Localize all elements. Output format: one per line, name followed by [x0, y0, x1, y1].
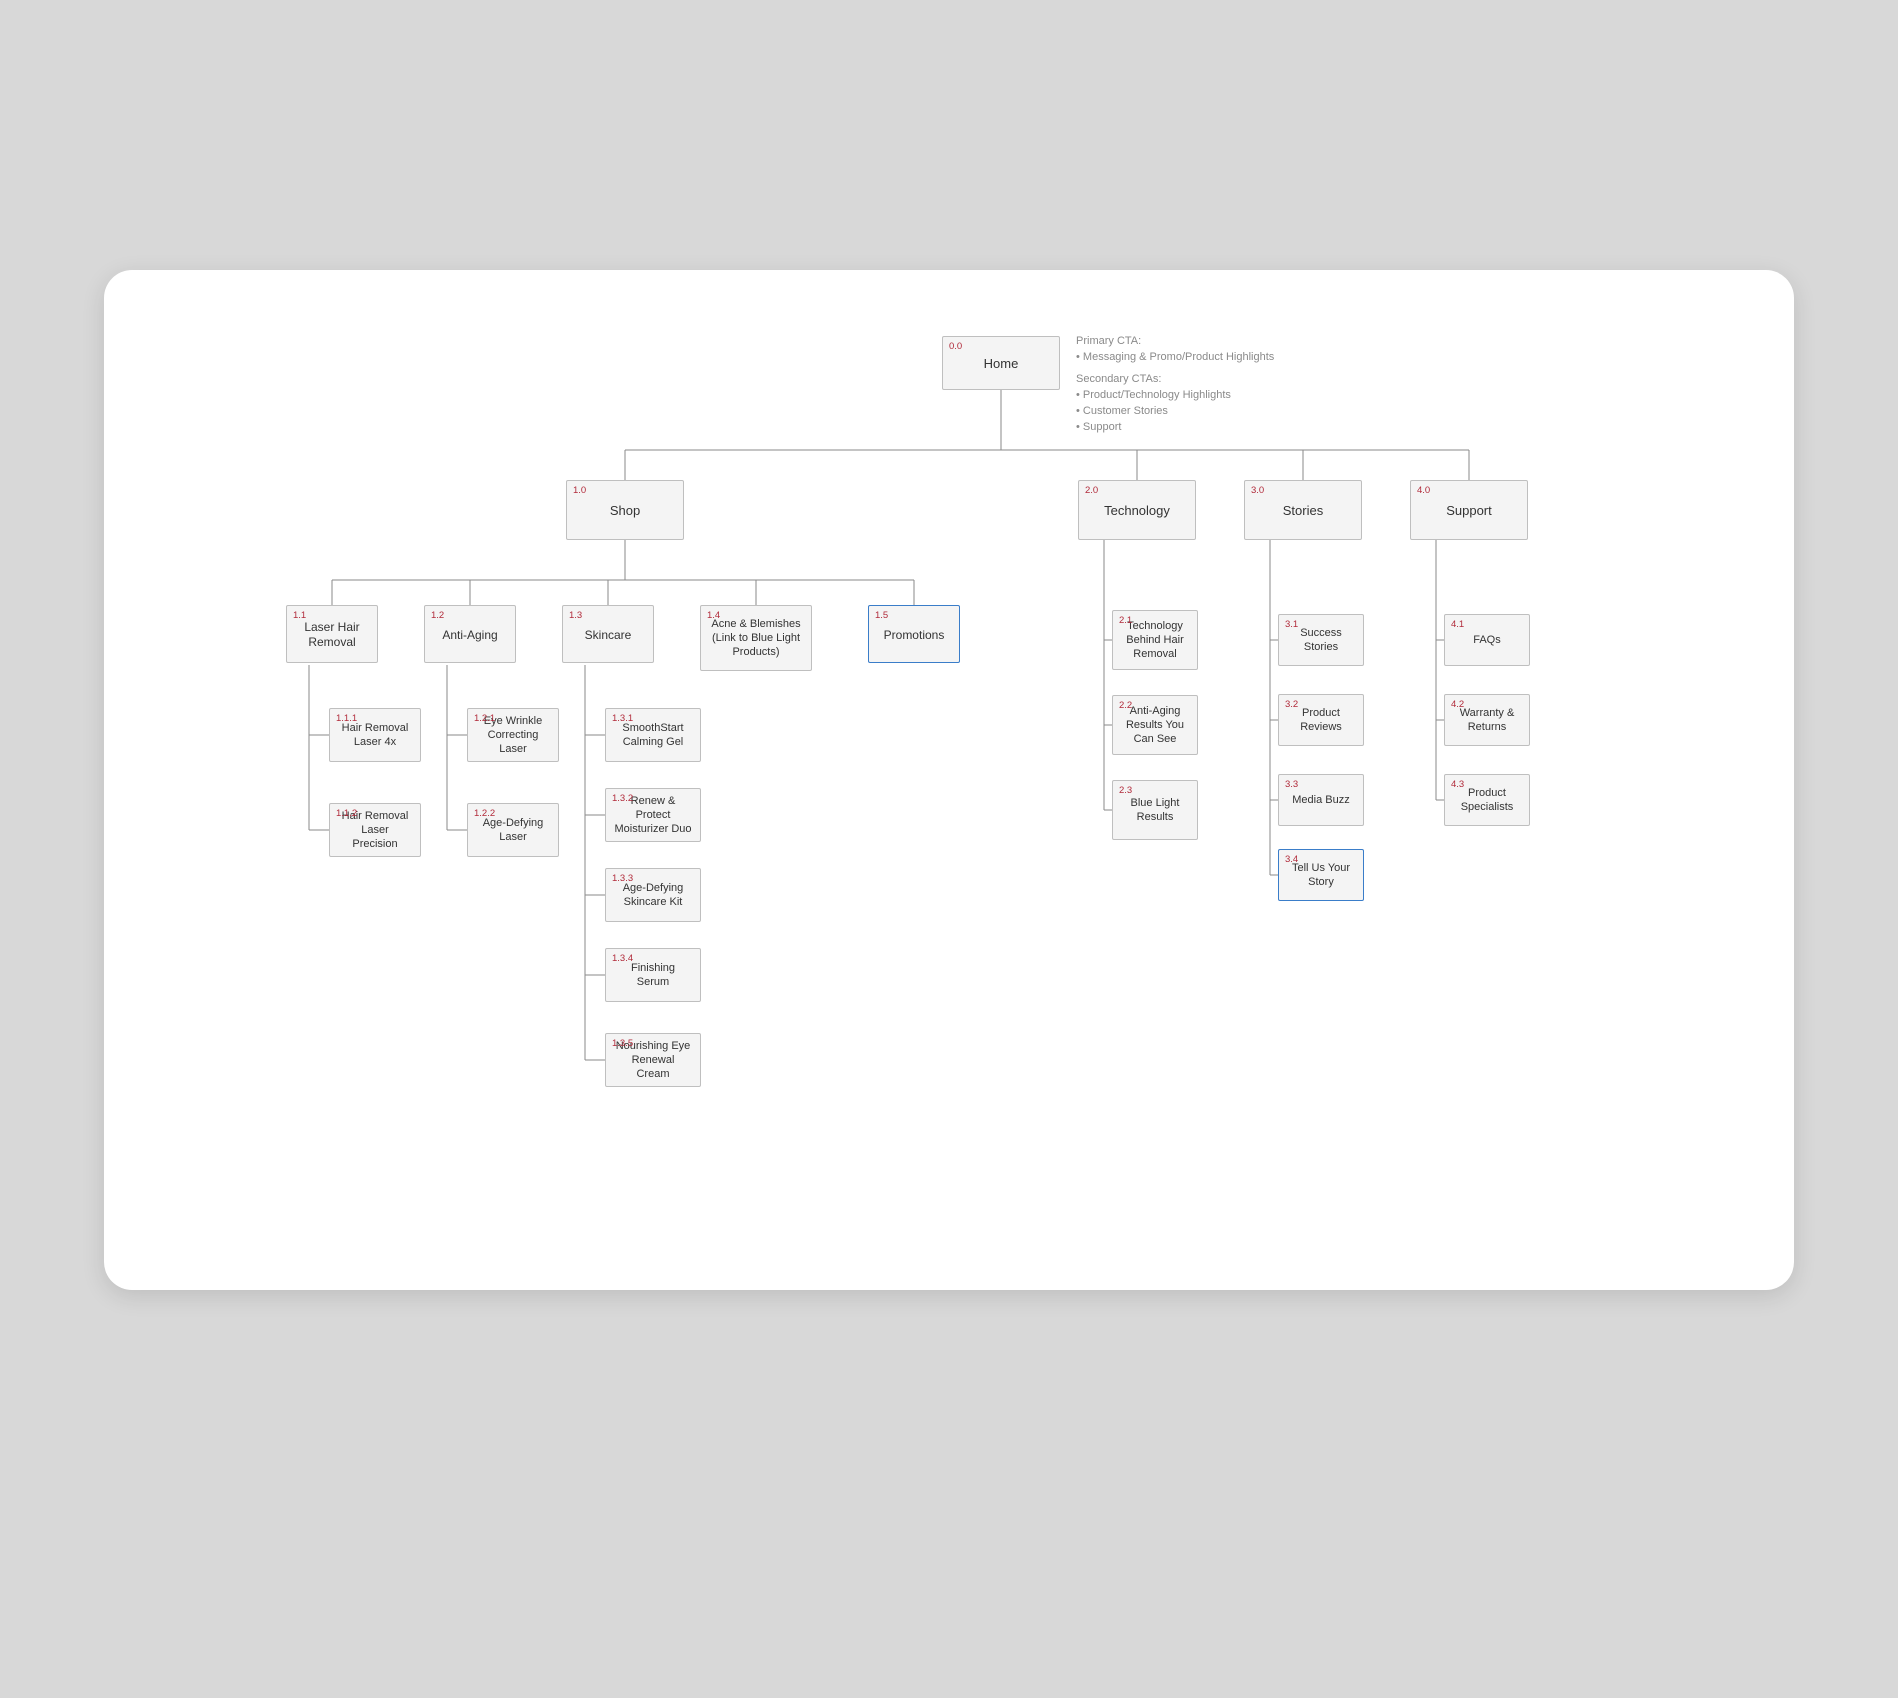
node-laser-hair-removal[interactable]: 1.1 Laser Hair Removal: [286, 605, 378, 663]
node-label: Shop: [610, 501, 640, 519]
node-label: Promotions: [884, 626, 945, 643]
node-tell-us-your-story[interactable]: 3.4 Tell Us Your Story: [1278, 849, 1364, 901]
node-number: 3.2: [1285, 699, 1298, 710]
node-number: 3.1: [1285, 619, 1298, 630]
node-number: 1.2: [431, 610, 444, 621]
node-acne-blemishes[interactable]: 1.4 Acne & Blemishes (Link to Blue Light…: [700, 605, 812, 671]
node-media-buzz[interactable]: 3.3 Media Buzz: [1278, 774, 1364, 826]
node-support[interactable]: 4.0 Support: [1410, 480, 1528, 540]
sitemap-diagram: 0.0 Home Primary CTA: • Messaging & Prom…: [104, 270, 1794, 1290]
node-number: 3.4: [1285, 854, 1298, 865]
node-label: Support: [1446, 501, 1492, 519]
node-label: Age-Defying Skincare Kit: [614, 880, 692, 910]
node-number: 3.0: [1251, 485, 1264, 496]
node-product-specialists[interactable]: 4.3 Product Specialists: [1444, 774, 1530, 826]
node-renew-protect-moisturizer-duo[interactable]: 1.3.2 Renew & Protect Moisturizer Duo: [605, 788, 701, 842]
node-number: 1.3.5: [612, 1038, 633, 1049]
node-label: Home: [984, 354, 1019, 372]
node-number: 1.2.1: [474, 713, 495, 724]
node-number: 1.2.2: [474, 808, 495, 819]
node-number: 4.3: [1451, 779, 1464, 790]
node-number: 1.3.4: [612, 953, 633, 964]
node-number: 3.3: [1285, 779, 1298, 790]
node-number: 1.3: [569, 610, 582, 621]
node-number: 1.3.1: [612, 713, 633, 724]
node-label: Hair Removal Laser 4x: [338, 720, 412, 750]
node-label: Acne & Blemishes (Link to Blue Light Pro…: [709, 616, 803, 659]
node-eye-wrinkle-correcting-laser[interactable]: 1.2.1 Eye Wrinkle Correcting Laser: [467, 708, 559, 762]
node-label: Anti-Aging: [442, 626, 497, 643]
node-number: 1.5: [875, 610, 888, 621]
node-hair-removal-laser-precision[interactable]: 1.1.2 Hair Removal Laser Precision: [329, 803, 421, 857]
node-number: 2.0: [1085, 485, 1098, 496]
diagram-canvas: 0.0 Home Primary CTA: • Messaging & Prom…: [104, 270, 1794, 1290]
node-label: Skincare: [585, 626, 632, 643]
node-home[interactable]: 0.0 Home: [942, 336, 1060, 390]
node-label: Blue Light Results: [1121, 795, 1189, 825]
primary-cta-item: • Messaging & Promo/Product Highlights: [1076, 350, 1336, 366]
node-label: Finishing Serum: [614, 960, 692, 990]
node-age-defying-laser[interactable]: 1.2.2 Age-Defying Laser: [467, 803, 559, 857]
node-label: Stories: [1283, 501, 1323, 519]
secondary-cta-item: • Customer Stories: [1076, 404, 1336, 420]
node-hair-removal-laser-4x[interactable]: 1.1.1 Hair Removal Laser 4x: [329, 708, 421, 762]
node-number: 0.0: [949, 341, 962, 352]
node-label: Media Buzz: [1292, 792, 1349, 808]
node-finishing-serum[interactable]: 1.3.4 Finishing Serum: [605, 948, 701, 1002]
node-skincare[interactable]: 1.3 Skincare: [562, 605, 654, 663]
node-number: 1.1.2: [336, 808, 357, 819]
node-smoothstart-calming-gel[interactable]: 1.3.1 SmoothStart Calming Gel: [605, 708, 701, 762]
node-label: Laser Hair Removal: [295, 618, 369, 650]
node-label: Age-Defying Laser: [476, 815, 550, 845]
node-number: 4.0: [1417, 485, 1430, 496]
node-stories[interactable]: 3.0 Stories: [1244, 480, 1362, 540]
node-number: 2.2: [1119, 700, 1132, 711]
node-shop[interactable]: 1.0 Shop: [566, 480, 684, 540]
node-blue-light-results[interactable]: 2.3 Blue Light Results: [1112, 780, 1198, 840]
node-success-stories[interactable]: 3.1 Success Stories: [1278, 614, 1364, 666]
node-anti-aging[interactable]: 1.2 Anti-Aging: [424, 605, 516, 663]
node-number: 1.1: [293, 610, 306, 621]
node-label: FAQs: [1473, 632, 1501, 648]
node-number: 1.1.1: [336, 713, 357, 724]
node-faqs[interactable]: 4.1 FAQs: [1444, 614, 1530, 666]
primary-cta-header: Primary CTA:: [1076, 334, 1336, 350]
node-technology-behind-hair-removal[interactable]: 2.1 Technology Behind Hair Removal: [1112, 610, 1198, 670]
secondary-cta-header: Secondary CTAs:: [1076, 372, 1336, 388]
node-number: 2.1: [1119, 615, 1132, 626]
node-number: 1.4: [707, 610, 720, 621]
node-product-reviews[interactable]: 3.2 Product Reviews: [1278, 694, 1364, 746]
node-technology[interactable]: 2.0 Technology: [1078, 480, 1196, 540]
node-number: 4.2: [1451, 699, 1464, 710]
secondary-cta-item: • Support: [1076, 420, 1336, 436]
node-number: 1.3.2: [612, 793, 633, 804]
connector-lines: [104, 270, 1794, 1290]
node-label: SmoothStart Calming Gel: [614, 720, 692, 750]
node-nourishing-eye-renewal-cream[interactable]: 1.3.5 Nourishing Eye Renewal Cream: [605, 1033, 701, 1087]
node-label: Technology: [1104, 501, 1170, 519]
node-promotions[interactable]: 1.5 Promotions: [868, 605, 960, 663]
secondary-cta-item: • Product/Technology Highlights: [1076, 388, 1336, 404]
node-age-defying-skincare-kit[interactable]: 1.3.3 Age-Defying Skincare Kit: [605, 868, 701, 922]
node-warranty-returns[interactable]: 4.2 Warranty & Returns: [1444, 694, 1530, 746]
node-number: 1.3.3: [612, 873, 633, 884]
node-number: 2.3: [1119, 785, 1132, 796]
node-anti-aging-results[interactable]: 2.2 Anti-Aging Results You Can See: [1112, 695, 1198, 755]
home-cta-notes: Primary CTA: • Messaging & Promo/Product…: [1076, 334, 1336, 436]
node-number: 1.0: [573, 485, 586, 496]
node-number: 4.1: [1451, 619, 1464, 630]
